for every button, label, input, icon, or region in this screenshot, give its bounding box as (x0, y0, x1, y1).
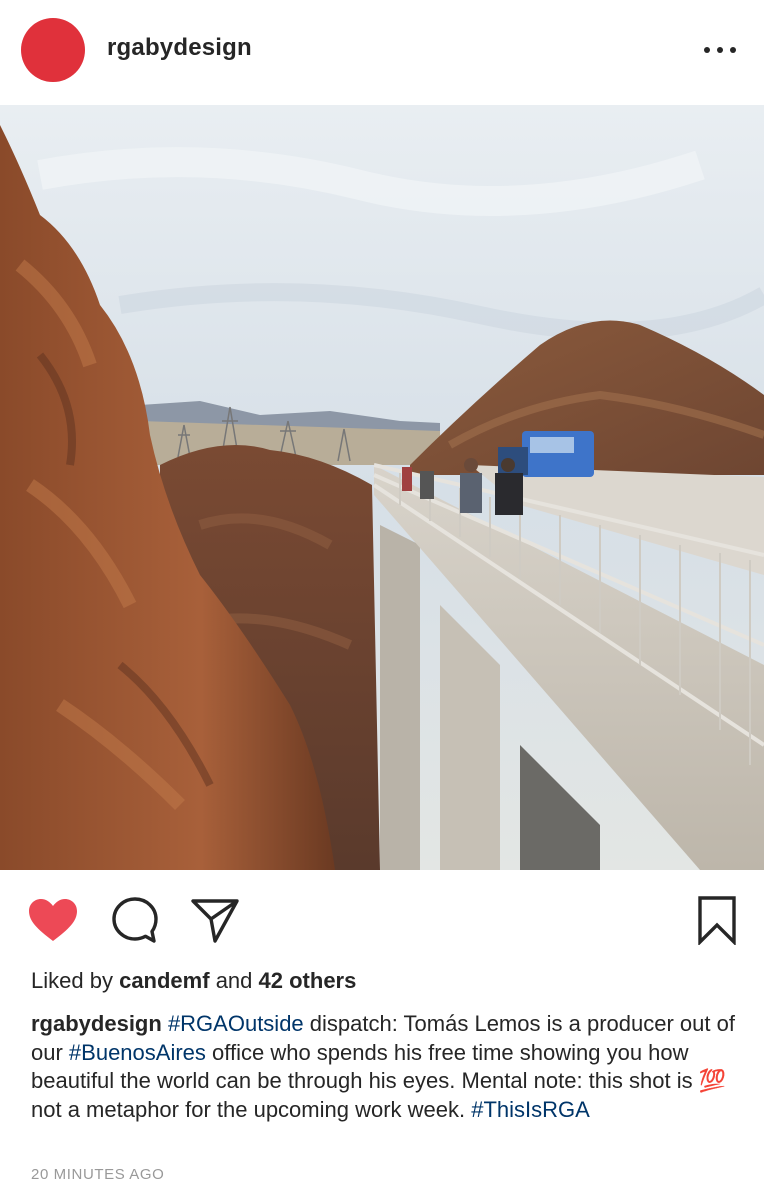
caption-username[interactable]: rgabydesign (31, 1011, 162, 1036)
direct-share-icon[interactable] (188, 894, 242, 946)
dot (704, 47, 710, 53)
avatar[interactable] (21, 18, 85, 82)
action-bar (0, 870, 764, 960)
bookmark-icon[interactable] (690, 894, 744, 946)
likes-middle: and (215, 968, 253, 993)
more-options-icon[interactable] (700, 36, 740, 64)
likes-summary: Liked by candemf and 42 others (31, 968, 356, 994)
heart-filled-icon[interactable] (26, 894, 80, 946)
hashtag-link[interactable]: #RGAOutside (168, 1011, 304, 1036)
dot (730, 47, 736, 53)
post-photo[interactable] (0, 105, 764, 870)
likes-others-link[interactable]: 42 others (259, 968, 357, 993)
post-caption: rgabydesign #RGAOutside dispatch: Tomás … (31, 1010, 743, 1124)
likes-prefix: Liked by (31, 968, 113, 993)
comment-icon[interactable] (108, 894, 162, 946)
post-header: rgabydesign (0, 0, 764, 104)
photo-canyon-bridge (0, 105, 764, 870)
hundred-points-emoji: 💯 (698, 1068, 727, 1093)
post-timestamp[interactable]: 20 MINUTES AGO (31, 1166, 164, 1183)
post-username[interactable]: rgabydesign (107, 34, 252, 62)
dot (717, 47, 723, 53)
caption-text: not a metaphor for the upcoming work wee… (31, 1096, 472, 1122)
hashtag-link[interactable]: #ThisIsRGA (471, 1097, 590, 1122)
liker-username[interactable]: candemf (119, 968, 209, 993)
hashtag-link[interactable]: #BuenosAires (69, 1040, 206, 1065)
